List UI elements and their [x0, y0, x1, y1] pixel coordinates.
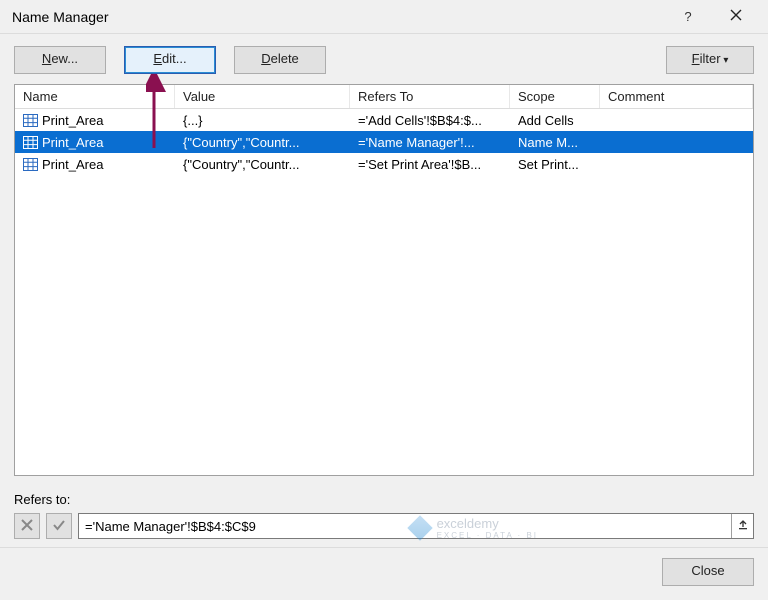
cell-comment: [600, 162, 753, 166]
cell-refers: ='Set Print Area'!$B...: [350, 155, 510, 174]
delete-button[interactable]: Delete: [234, 46, 326, 74]
cell-value: {...}: [175, 111, 350, 130]
help-icon: ?: [684, 9, 691, 24]
col-header-value[interactable]: Value: [175, 85, 350, 108]
refers-to-label: Refers to:: [14, 492, 754, 507]
cancel-edit-button[interactable]: [14, 513, 40, 539]
cell-scope: Name M...: [510, 133, 600, 152]
cell-name: Print_Area: [42, 113, 103, 128]
filter-button[interactable]: Filter: [666, 46, 754, 74]
table-row[interactable]: Print_Area {"Country","Countr...='Name Ma…: [15, 131, 753, 153]
col-header-scope[interactable]: Scope: [510, 85, 600, 108]
cell-scope: Add Cells: [510, 111, 600, 130]
table-row[interactable]: Print_Area {...}='Add Cells'!$B$4:$...Add…: [15, 109, 753, 131]
help-button[interactable]: ?: [666, 2, 710, 32]
names-table: Name Value Refers To Scope Comment Print…: [14, 84, 754, 476]
cell-comment: [600, 118, 753, 122]
name-manager-dialog: Name Manager ? New... Edit... Delete Fil…: [0, 0, 768, 600]
refers-to-value: ='Name Manager'!$B$4:$C$9: [85, 519, 256, 534]
defined-name-icon: [23, 158, 38, 171]
col-header-refers[interactable]: Refers To: [350, 85, 510, 108]
edit-button[interactable]: Edit...: [124, 46, 216, 74]
close-window-button[interactable]: [714, 2, 758, 32]
col-header-comment[interactable]: Comment: [600, 85, 753, 108]
range-picker-button[interactable]: [731, 514, 753, 538]
refers-to-section: Refers to: ='Name Manager'!$B$4:$C$9: [0, 486, 768, 547]
cell-value: {"Country","Countr...: [175, 133, 350, 152]
close-button[interactable]: Close: [662, 558, 754, 586]
cell-scope: Set Print...: [510, 155, 600, 174]
defined-name-icon: [23, 114, 38, 127]
cell-name: Print_Area: [42, 157, 103, 172]
check-icon: [53, 519, 65, 534]
cell-value: {"Country","Countr...: [175, 155, 350, 174]
x-icon: [21, 519, 33, 534]
close-icon: [730, 9, 742, 24]
cell-refers: ='Name Manager'!...: [350, 133, 510, 152]
titlebar: Name Manager ?: [0, 0, 768, 34]
toolbar: New... Edit... Delete Filter: [0, 34, 768, 84]
dialog-title: Name Manager: [12, 9, 662, 25]
new-button[interactable]: New...: [14, 46, 106, 74]
confirm-edit-button[interactable]: [46, 513, 72, 539]
col-header-name[interactable]: Name: [15, 85, 175, 108]
refers-to-input[interactable]: ='Name Manager'!$B$4:$C$9: [78, 513, 754, 539]
table-header: Name Value Refers To Scope Comment: [15, 85, 753, 109]
table-body: Print_Area {...}='Add Cells'!$B$4:$...Add…: [15, 109, 753, 475]
cell-name: Print_Area: [42, 135, 103, 150]
cell-comment: [600, 140, 753, 144]
cell-refers: ='Add Cells'!$B$4:$...: [350, 111, 510, 130]
defined-name-icon: [23, 136, 38, 149]
table-row[interactable]: Print_Area {"Country","Countr...='Set Pri…: [15, 153, 753, 175]
dialog-footer: Close: [0, 547, 768, 600]
collapse-dialog-icon: [737, 519, 749, 534]
